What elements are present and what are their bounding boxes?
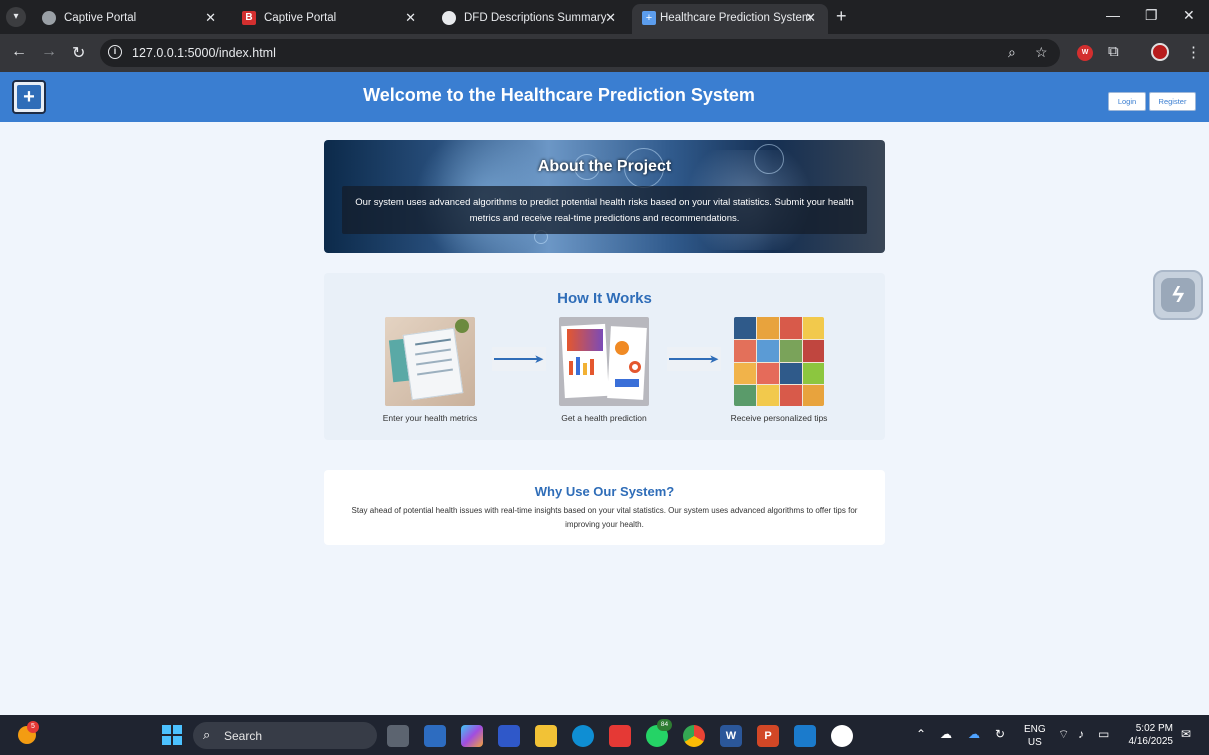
microsoft-store-icon[interactable] [424,725,446,747]
web-page: + Welcome to the Healthcare Prediction S… [0,72,1209,715]
close-icon[interactable]: ✕ [205,10,216,26]
openai-icon [442,11,456,25]
personalized-tips-image [734,317,824,406]
volume-icon[interactable]: ♪ [1078,727,1084,741]
chrome-icon[interactable] [683,725,705,747]
tab-healthcare-prediction[interactable]: + Healthcare Prediction System ✕ [632,4,828,34]
edge-icon[interactable] [572,725,594,747]
extensions-puzzle-icon[interactable]: ⧉ [1108,43,1119,60]
new-tab-button[interactable]: + [836,6,847,27]
profile-avatar[interactable] [1151,43,1169,61]
why-heading: Why Use Our System? [534,484,675,499]
bookmark-star-icon[interactable]: ☆ [1035,44,1048,61]
back-arrow-icon[interactable]: ← [11,43,27,61]
health-prediction-image [559,317,649,406]
url-text[interactable]: 127.0.0.1:5000/index.html [132,46,276,60]
windows-start-icon[interactable] [162,725,182,745]
hospital-icon: + [642,11,656,25]
register-button[interactable]: Register [1149,92,1196,111]
tab-title: Healthcare Prediction System [660,12,812,24]
step-label: Receive personalized tips [730,413,828,423]
globe-icon [42,11,56,25]
language-code: ENG [1024,724,1046,735]
vscode-icon[interactable] [794,725,816,747]
browser-toolbar: ← → ↻ i 127.0.0.1:5000/index.html ⌕ ☆ W … [0,34,1209,72]
tab-captive-portal-1[interactable]: Captive Portal ✕ [32,4,228,34]
forward-arrow-icon[interactable]: → [41,43,57,61]
about-project-section: About the Project Our system uses advanc… [324,140,885,253]
search-label: Search [224,729,263,743]
language-indicator[interactable]: ENG US [1024,723,1046,749]
how-it-works-section: How It Works Enter your health metrics ➤ [324,273,885,440]
step-label: Get a health prediction [561,413,647,423]
tab-search-button[interactable]: ▾ [6,7,26,27]
extension-w-icon[interactable]: W [1077,45,1093,61]
close-icon[interactable]: ✕ [805,10,816,26]
update-icon[interactable]: ↻ [995,727,1005,741]
mongodb-icon[interactable] [831,725,853,747]
b-logo-icon: B [242,11,256,25]
powerpoint-icon[interactable]: P [757,725,779,747]
file-explorer-icon[interactable] [535,725,557,747]
search-icon: ⌕ [203,727,211,742]
taskbar-search-box[interactable]: ⌕ Search [193,722,377,749]
address-bar[interactable]: i 127.0.0.1:5000/index.html ⌕ ☆ [100,39,1060,67]
about-text: Our system uses advanced algorithms to p… [355,197,854,224]
how-it-works-heading: How It Works [557,290,652,307]
floating-assistant-button[interactable]: ϟ [1153,270,1203,320]
page-title: Welcome to the Healthcare Prediction Sys… [363,85,755,105]
task-view-icon[interactable] [387,725,409,747]
tab-title: Captive Portal [64,12,137,24]
close-icon[interactable]: ✕ [605,10,616,26]
step-arrow: ➤ [667,347,721,371]
notification-bell-icon[interactable]: ✉ [1181,727,1191,741]
clock-time: 5:02 PM [1135,723,1173,734]
onedrive-icon[interactable]: ☁ [968,727,980,741]
battery-icon[interactable]: ▭ [1098,727,1109,741]
windows-taskbar: 5 ⌕ Search 84 W P ⌃ ☁ ☁ ↻ ENG US ⌔ ♪ ▭ 5… [0,715,1209,755]
tab-title: DFD Descriptions Summary [464,12,607,24]
tab-dfd-descriptions[interactable]: DFD Descriptions Summary ✕ [432,4,628,34]
weather-badge: 5 [27,721,39,733]
tab-title: Captive Portal [264,12,337,24]
why-use-section: Why Use Our System? Stay ahead of potent… [324,470,885,545]
system-clock[interactable]: 5:02 PM 4/16/2025 [1124,722,1174,748]
red-app-icon[interactable] [609,725,631,747]
step-label: Enter your health metrics [382,413,478,423]
step-arrow: ➤ [492,347,546,371]
onedrive-sync-icon[interactable]: ☁ [940,727,952,741]
copilot-icon[interactable] [461,725,483,747]
close-icon[interactable]: ✕ [405,10,416,26]
close-window-icon[interactable]: ✕ [1183,7,1195,24]
wifi-icon[interactable]: ⌔ [1058,727,1069,742]
why-text: Stay ahead of potential health issues wi… [351,506,858,529]
menu-kebab-icon[interactable]: ⋮ [1186,43,1201,61]
browser-tabstrip: ▾ Captive Portal ✕ B Captive Portal ✕ DF… [0,0,1209,34]
whatsapp-badge: 84 [657,719,672,731]
about-heading: About the Project [537,158,672,175]
lightning-icon: ϟ [1161,278,1195,312]
restore-icon[interactable]: ❐ [1145,7,1158,24]
word-icon[interactable]: W [720,725,742,747]
login-button[interactable]: Login [1108,92,1146,111]
region-code: US [1027,737,1042,748]
reload-icon[interactable]: ↻ [72,43,85,63]
tray-overflow-chevron-icon[interactable]: ⌃ [916,727,926,741]
tab-captive-portal-2[interactable]: B Captive Portal ✕ [232,4,428,34]
health-form-image [385,317,475,406]
site-header: + Welcome to the Healthcare Prediction S… [0,72,1209,122]
minimize-icon[interactable]: — [1106,7,1120,23]
site-info-icon[interactable]: i [108,45,122,59]
pen-app-icon[interactable] [498,725,520,747]
clock-date: 4/16/2025 [1128,736,1174,747]
zoom-icon[interactable]: ⌕ [1008,44,1016,61]
